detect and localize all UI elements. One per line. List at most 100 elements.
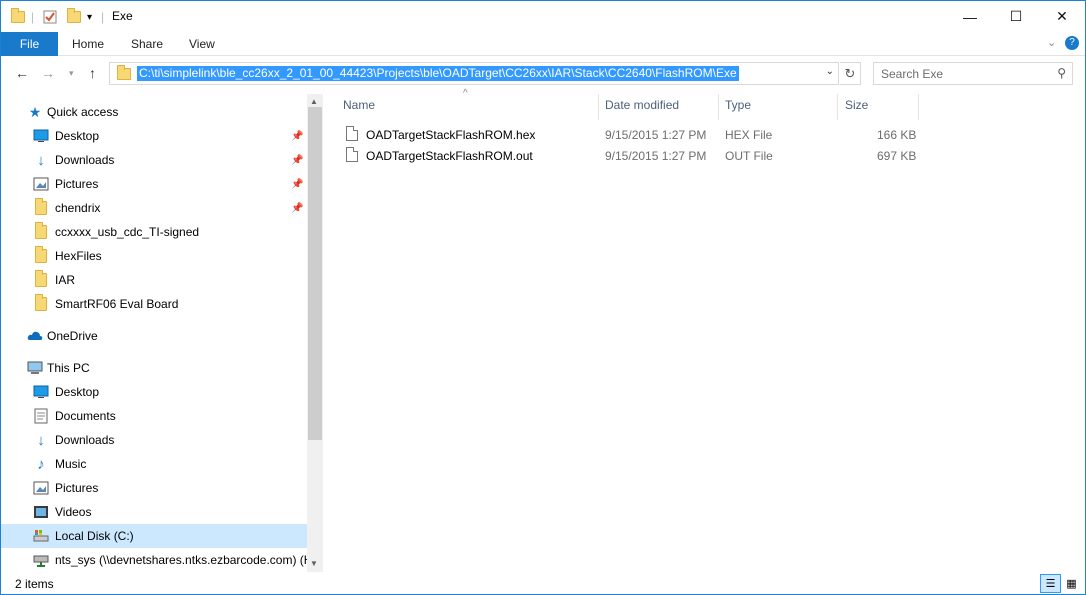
column-size[interactable]: Size: [845, 98, 868, 112]
title-bar: | ▾ | Exe — ☐ ✕: [1, 1, 1085, 32]
address-path[interactable]: C:\ti\simplelink\ble_cc26xx_2_01_00_4442…: [137, 66, 739, 81]
status-bar: 2 items ☰ ▦: [1, 572, 1085, 594]
downloads-icon: ↓: [37, 151, 45, 169]
desktop-icon: [33, 128, 49, 144]
videos-icon: [33, 504, 49, 520]
column-name[interactable]: Name: [343, 98, 375, 112]
sort-ascending-icon: ^: [463, 88, 468, 99]
table-row[interactable]: OADTargetStackFlashROM.out 9/15/2015 1:2…: [343, 145, 1063, 166]
column-type[interactable]: Type: [725, 98, 751, 112]
file-name: OADTargetStackFlashROM.out: [366, 149, 533, 163]
forward-icon[interactable]: →: [41, 65, 55, 81]
folder-icon: [11, 7, 25, 27]
file-icon: [346, 147, 358, 162]
nav-item-pc-pictures[interactable]: Pictures: [1, 476, 307, 500]
back-icon[interactable]: ←: [15, 65, 29, 81]
pictures-icon: [33, 176, 49, 192]
computer-icon: [27, 360, 43, 376]
nav-item-iar[interactable]: IAR: [1, 268, 307, 292]
column-divider[interactable]: [718, 94, 719, 120]
nav-item-music[interactable]: ♪ Music: [1, 452, 307, 476]
pin-icon[interactable]: 📌: [291, 203, 303, 214]
ribbon: File Home Share View ⌄ ?: [1, 32, 1085, 56]
nav-item-pictures[interactable]: Pictures 📌: [1, 172, 307, 196]
chevron-down-icon[interactable]: ⌄: [826, 66, 834, 77]
customize-qa-icon[interactable]: ▾: [87, 7, 92, 27]
nav-onedrive[interactable]: OneDrive: [1, 324, 307, 348]
nav-item-documents[interactable]: Documents: [1, 404, 307, 428]
file-list: ^ Name Date modified Type Size OADTarget…: [323, 88, 1085, 572]
properties-icon[interactable]: [43, 7, 57, 27]
folder-icon: [33, 294, 49, 312]
scroll-down-icon[interactable]: ▼: [310, 559, 318, 568]
tab-file[interactable]: File: [1, 32, 58, 56]
nav-item-desktop[interactable]: Desktop 📌: [1, 124, 307, 148]
address-row: ← → ▾ ↑ C:\ti\simplelink\ble_cc26xx_2_01…: [1, 56, 1085, 94]
nav-item-videos[interactable]: Videos: [1, 500, 307, 524]
pictures-icon: [33, 480, 49, 496]
search-input[interactable]: Search Exe ⚲: [873, 62, 1073, 85]
file-date: 9/15/2015 1:27 PM: [605, 149, 707, 163]
recent-locations-icon[interactable]: ▾: [69, 68, 74, 79]
desktop-icon: [33, 384, 49, 400]
nav-item-smartrf06[interactable]: SmartRF06 Eval Board: [1, 292, 307, 316]
explorer-window: | ▾ | Exe — ☐ ✕ File Home Share View ⌄ ?…: [0, 0, 1086, 595]
separator: |: [31, 10, 35, 24]
help-icon[interactable]: ?: [1065, 36, 1079, 50]
column-date[interactable]: Date modified: [605, 98, 679, 112]
scroll-thumb[interactable]: [308, 107, 322, 440]
new-folder-icon[interactable]: [67, 7, 81, 27]
file-name: OADTargetStackFlashROM.hex: [366, 128, 536, 142]
table-row[interactable]: OADTargetStackFlashROM.hex 9/15/2015 1:2…: [343, 124, 1063, 145]
column-divider[interactable]: [598, 94, 599, 120]
close-button[interactable]: ✕: [1039, 1, 1085, 32]
folder-icon: [117, 65, 131, 80]
cloud-icon: [27, 328, 43, 344]
pin-icon[interactable]: 📌: [291, 179, 303, 190]
nav-item-ccxxxx[interactable]: ccxxxx_usb_cdc_TI-signed: [1, 220, 307, 244]
refresh-button[interactable]: ↻: [840, 62, 861, 85]
expand-ribbon-icon[interactable]: ⌄: [1047, 36, 1056, 49]
search-placeholder: Search Exe: [881, 67, 944, 81]
star-icon: ★: [28, 103, 42, 120]
tab-view[interactable]: View: [189, 37, 215, 51]
separator: |: [101, 10, 105, 24]
tab-home[interactable]: Home: [72, 37, 104, 51]
search-icon[interactable]: ⚲: [1057, 66, 1066, 80]
file-size: 697 KB: [877, 149, 917, 163]
address-bar[interactable]: C:\ti\simplelink\ble_cc26xx_2_01_00_4442…: [109, 62, 839, 85]
file-type: HEX File: [725, 128, 773, 142]
nav-item-local-disk[interactable]: Local Disk (C:): [1, 524, 307, 548]
file-size: 166 KB: [877, 128, 917, 142]
minimize-button[interactable]: —: [947, 1, 993, 32]
pin-icon[interactable]: 📌: [291, 155, 303, 166]
nav-item-downloads[interactable]: ↓ Downloads 📌: [1, 148, 307, 172]
tab-share[interactable]: Share: [131, 37, 163, 51]
maximize-button[interactable]: ☐: [993, 1, 1039, 32]
documents-icon: [33, 408, 49, 424]
drive-icon: [33, 528, 49, 544]
column-divider[interactable]: [918, 94, 919, 120]
file-type: OUT File: [725, 149, 773, 163]
folder-icon: [33, 222, 49, 240]
network-drive-icon: [33, 552, 49, 568]
nav-scrollbar[interactable]: ▲ ▼: [307, 94, 323, 572]
nav-item-pc-downloads[interactable]: ↓ Downloads: [1, 428, 307, 452]
details-view-icon[interactable]: ☰: [1040, 574, 1061, 593]
up-icon[interactable]: ↑: [89, 65, 96, 81]
nav-item-chendrix[interactable]: chendrix 📌: [1, 196, 307, 220]
nav-quick-access[interactable]: ★ Quick access: [1, 100, 307, 124]
folder-icon: [33, 270, 49, 288]
nav-item-network-drive[interactable]: nts_sys (\\devnetshares.ntks.ezbarcode.c…: [1, 548, 312, 572]
folder-icon: [33, 198, 49, 216]
music-icon: ♪: [37, 455, 45, 473]
column-divider[interactable]: [837, 94, 838, 120]
nav-item-hexfiles[interactable]: HexFiles: [1, 244, 307, 268]
scroll-up-icon[interactable]: ▲: [310, 97, 318, 106]
file-date: 9/15/2015 1:27 PM: [605, 128, 707, 142]
pin-icon[interactable]: 📌: [291, 131, 303, 142]
large-icons-view-icon[interactable]: ▦: [1061, 574, 1082, 593]
nav-this-pc[interactable]: This PC: [1, 356, 307, 380]
window-title: Exe: [112, 9, 133, 23]
nav-item-pc-desktop[interactable]: Desktop: [1, 380, 307, 404]
